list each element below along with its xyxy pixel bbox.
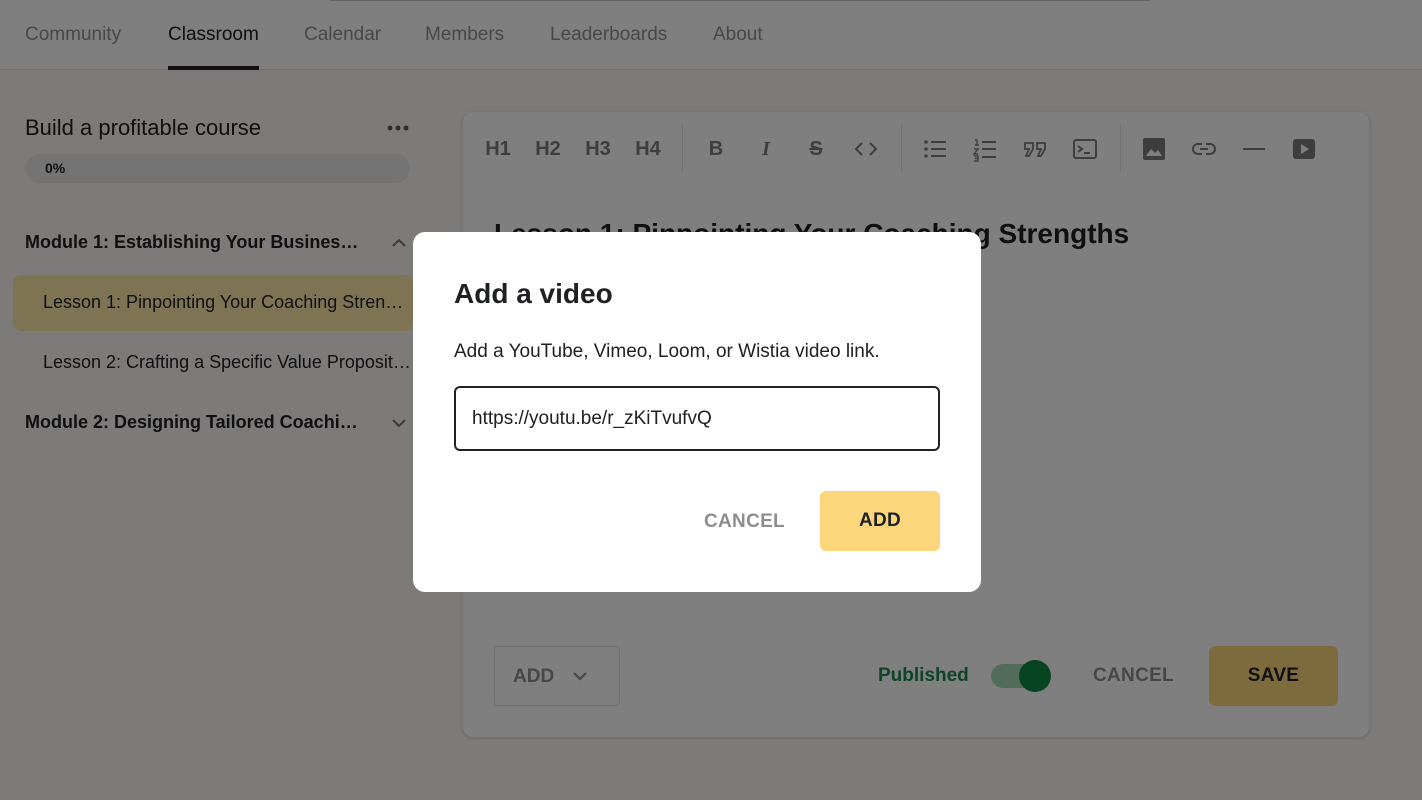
add-video-dialog: Add a video Add a YouTube, Vimeo, Loom, … [413,232,981,592]
dialog-add-button[interactable]: ADD [820,491,940,551]
dialog-cancel-button[interactable]: CANCEL [704,511,785,533]
dialog-description: Add a YouTube, Vimeo, Loom, or Wistia vi… [454,341,880,362]
video-url-input[interactable] [454,386,940,451]
dialog-title: Add a video [454,278,613,309]
